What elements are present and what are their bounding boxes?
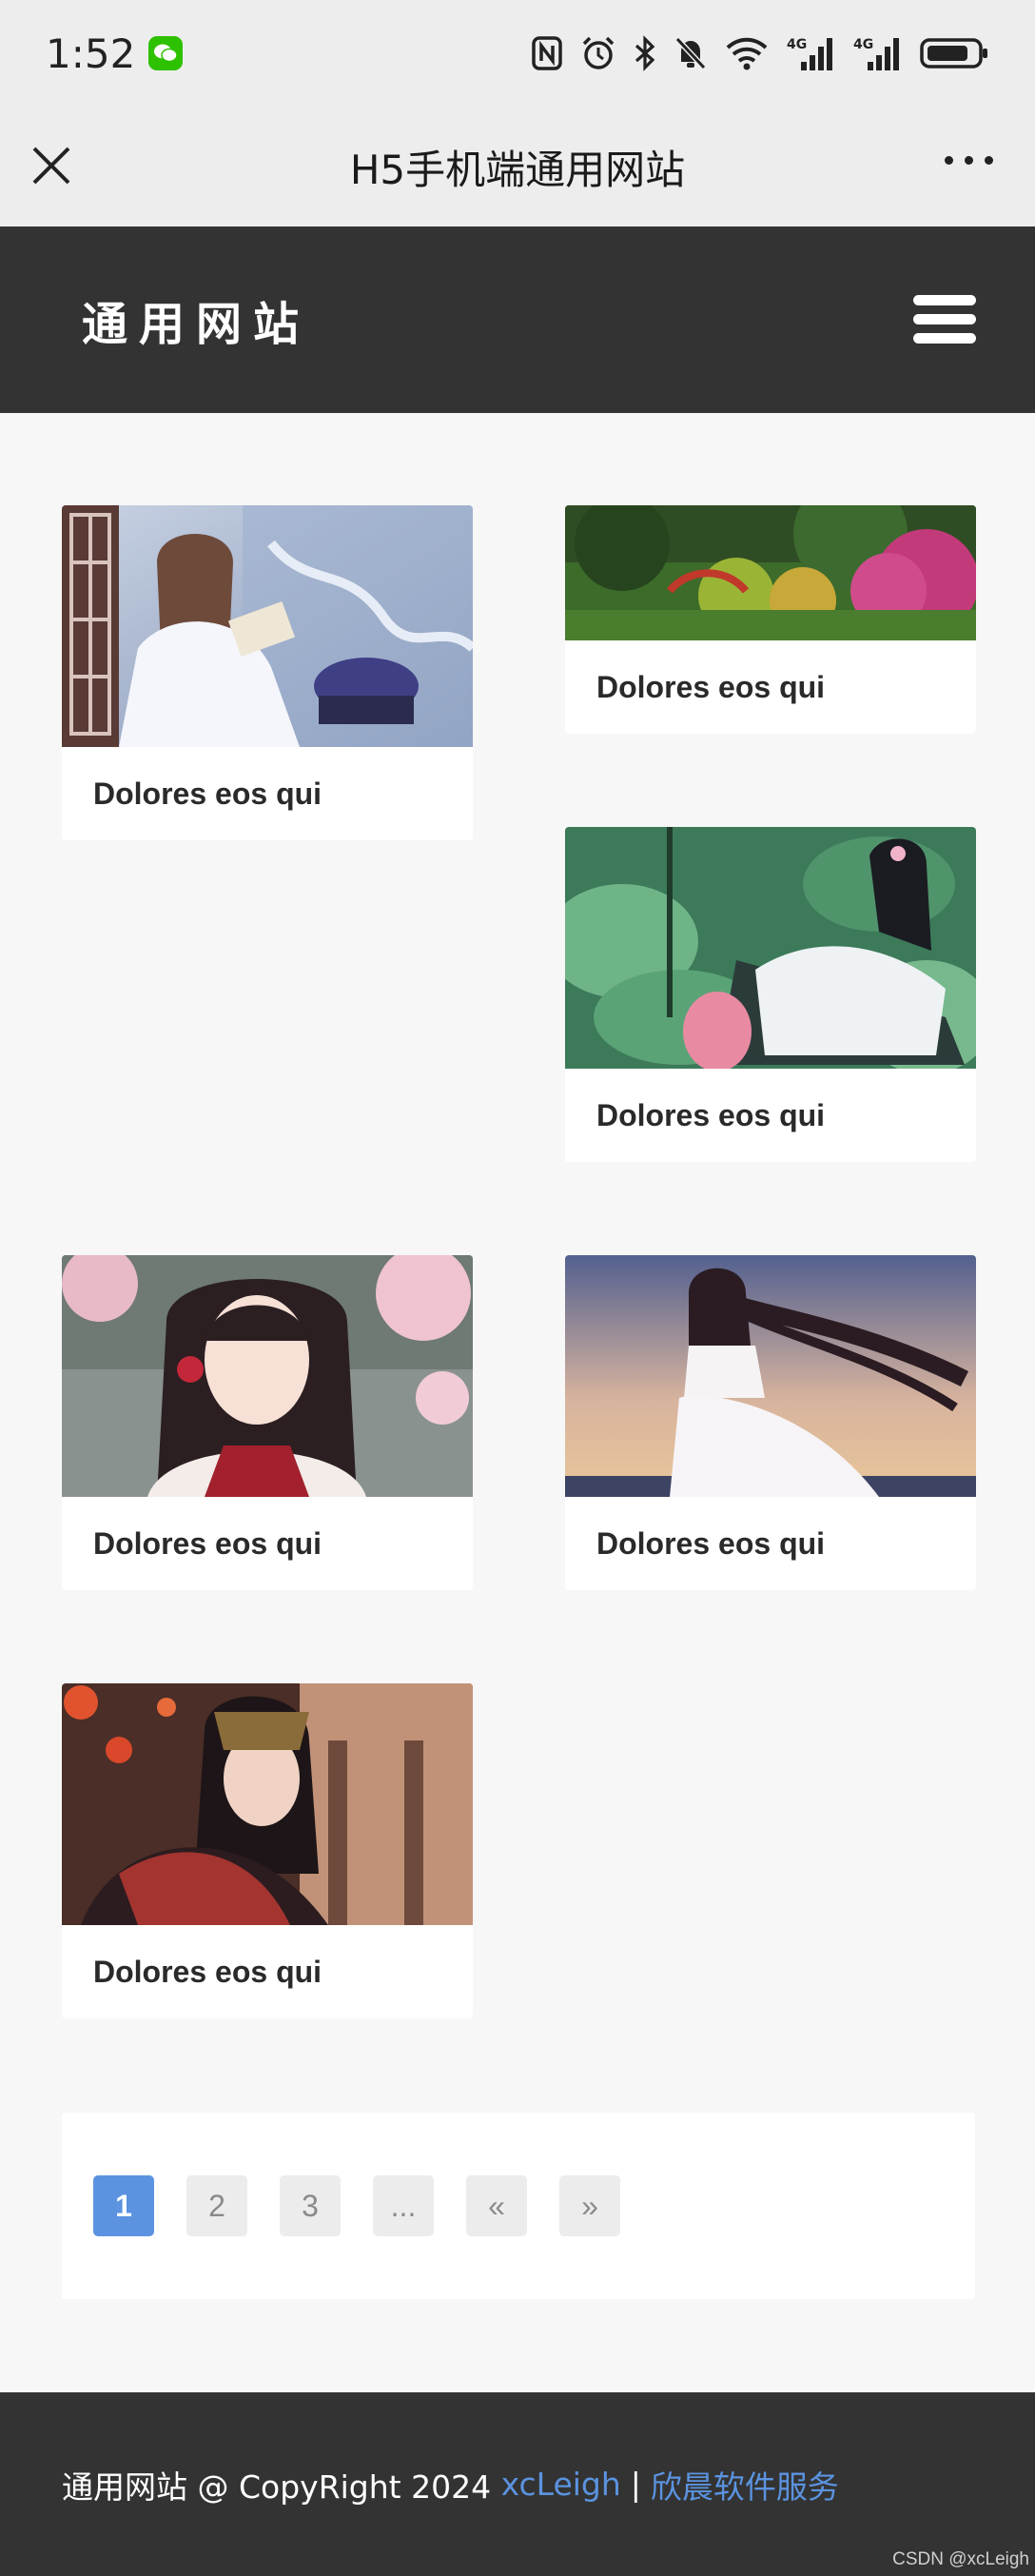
watermark: CSDN @xcLeigh	[892, 2549, 1029, 2569]
page-2-button[interactable]: 2	[186, 2175, 247, 2236]
page-title: H5手机端通用网站	[349, 146, 686, 193]
footer-separator: |	[630, 2466, 641, 2503]
page-ellipsis-button[interactable]: ...	[373, 2175, 434, 2236]
card-caption: Dolores eos qui	[93, 1954, 322, 1989]
hamburger-menu-icon[interactable]	[913, 295, 976, 344]
prev-page-button[interactable]: «	[466, 2175, 527, 2236]
card-caption: Dolores eos qui	[93, 776, 322, 811]
alarm-icon	[582, 36, 615, 69]
next-page-button[interactable]: »	[559, 2175, 620, 2236]
wifi-icon	[726, 37, 768, 70]
card-caption: Dolores eos qui	[93, 1525, 322, 1561]
bluetooth-icon	[635, 35, 655, 71]
site-footer: 通用网站 @ CopyRight 2024 xcLeigh | 欣晨软件服务	[0, 2392, 1035, 2576]
footer-author-link[interactable]: xcLeigh	[501, 2466, 621, 2503]
status-bar: 1:52 4G 4G	[0, 0, 1035, 107]
mute-icon	[674, 36, 707, 70]
gallery-card[interactable]: Dolores eos qui	[565, 1255, 976, 1590]
card-caption: Dolores eos qui	[596, 1097, 826, 1132]
nfc-icon	[532, 36, 562, 70]
card-image-garden	[565, 505, 976, 640]
footer-service-link[interactable]: 欣晨软件服务	[651, 2462, 839, 2507]
gallery-card[interactable]: Dolores eos qui	[565, 827, 976, 1162]
signal-4g-icon: 4G	[787, 37, 832, 70]
site-logo[interactable]: 通用网站	[82, 286, 310, 353]
card-caption: Dolores eos qui	[596, 1525, 826, 1561]
card-image-lotus-pond	[565, 827, 976, 1069]
close-icon[interactable]	[29, 143, 74, 188]
site-header: 通用网站	[0, 226, 1035, 413]
footer-copyright: 通用网站 @ CopyRight 2024	[62, 2468, 501, 2506]
card-image-sunset-dancer	[565, 1255, 976, 1497]
card-image-girl-blossoms	[62, 1255, 473, 1497]
signal-4g-icon: 4G	[853, 37, 899, 70]
gallery-card[interactable]: Dolores eos qui	[62, 505, 473, 840]
battery-icon	[920, 38, 987, 69]
card-image-lantern-festival	[62, 1683, 473, 1925]
card-image-girl-reading	[62, 505, 473, 747]
gallery-card[interactable]: Dolores eos qui	[62, 1683, 473, 2018]
status-time: 1:52	[46, 29, 136, 77]
pagination: 1 2 3 ... « »	[62, 2113, 975, 2299]
svg-text:4G: 4G	[787, 37, 807, 52]
wechat-nav-bar: H5手机端通用网站	[0, 107, 1035, 226]
page-3-button[interactable]: 3	[280, 2175, 341, 2236]
card-caption: Dolores eos qui	[596, 669, 826, 704]
page-1-button[interactable]: 1	[93, 2175, 154, 2236]
wechat-icon	[148, 36, 184, 70]
gallery-card[interactable]: Dolores eos qui	[565, 505, 976, 734]
gallery-card[interactable]: Dolores eos qui	[62, 1255, 473, 1590]
more-icon[interactable]	[945, 156, 993, 165]
svg-text:4G: 4G	[853, 37, 873, 52]
